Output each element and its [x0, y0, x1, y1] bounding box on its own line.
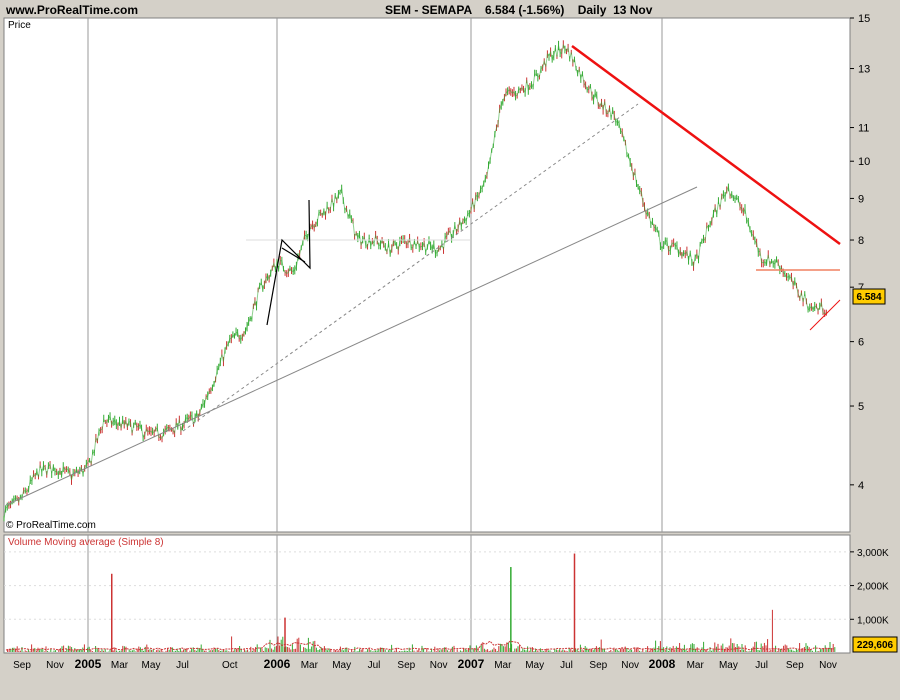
volume-tick-label: 2,000K [857, 582, 889, 593]
time-tick-label: May [332, 660, 351, 671]
time-tick-label: 2006 [264, 657, 291, 671]
last-volume-label: 229,606 [857, 640, 894, 651]
time-tick-label: Jul [755, 660, 768, 671]
time-tick-label: Nov [621, 660, 639, 671]
time-tick-label: 2007 [458, 657, 485, 671]
last-volume-badge: 229,606 [852, 636, 898, 653]
time-tick-label: Sep [13, 660, 31, 671]
time-tick-label: Sep [589, 660, 607, 671]
time-tick-label: 2005 [75, 657, 102, 671]
price-tick-label: 11 [858, 123, 869, 135]
time-tick-label: Nov [430, 660, 448, 671]
chart-canvas: www.ProRealTime.com SEM - SEMAPA 6.584 (… [0, 0, 900, 700]
site-label[interactable]: www.ProRealTime.com [5, 3, 138, 17]
time-tick-label: Oct [222, 660, 238, 671]
time-tick-label: May [525, 660, 544, 671]
volume-panel-label: Volume Moving average (Simple 8) [8, 537, 164, 548]
price-tick-label: 8 [858, 235, 864, 247]
time-tick-label: May [142, 660, 161, 671]
price-tick-label: 5 [858, 401, 864, 413]
time-tick-label: Mar [687, 660, 705, 671]
time-tick-label: Nov [819, 660, 837, 671]
volume-panel[interactable] [3, 534, 851, 654]
time-tick-label: Jul [368, 660, 381, 671]
price-tick-label: 10 [858, 156, 870, 168]
chart-title: SEM - SEMAPA 6.584 (-1.56%) Daily 13 Nov [385, 3, 653, 17]
time-tick-label: 2008 [649, 657, 676, 671]
time-tick-label: Mar [111, 660, 129, 671]
price-tick-label: 9 [858, 193, 864, 205]
time-tick-label: Jul [560, 660, 573, 671]
time-tick-label: Sep [786, 660, 804, 671]
last-price-badge: 6.584 [852, 288, 886, 305]
time-tick-label: Sep [397, 660, 415, 671]
price-tick-label: 13 [858, 64, 870, 76]
volume-tick-label: 1,000K [857, 615, 889, 626]
time-tick-label: Nov [46, 660, 64, 671]
price-panel[interactable] [3, 17, 851, 533]
watermark: © ProRealTime.com [6, 520, 96, 531]
price-tick-label: 6 [858, 337, 864, 349]
last-price-label: 6.584 [856, 292, 881, 303]
time-tick-label: Mar [494, 660, 512, 671]
time-tick-label: Jul [176, 660, 189, 671]
volume-tick-label: 3,000K [857, 548, 889, 559]
price-tick-label: 15 [858, 13, 870, 25]
time-tick-label: Mar [301, 660, 319, 671]
time-tick-label: May [719, 660, 738, 671]
price-panel-label: Price [8, 20, 31, 31]
price-tick-label: 4 [858, 480, 864, 492]
